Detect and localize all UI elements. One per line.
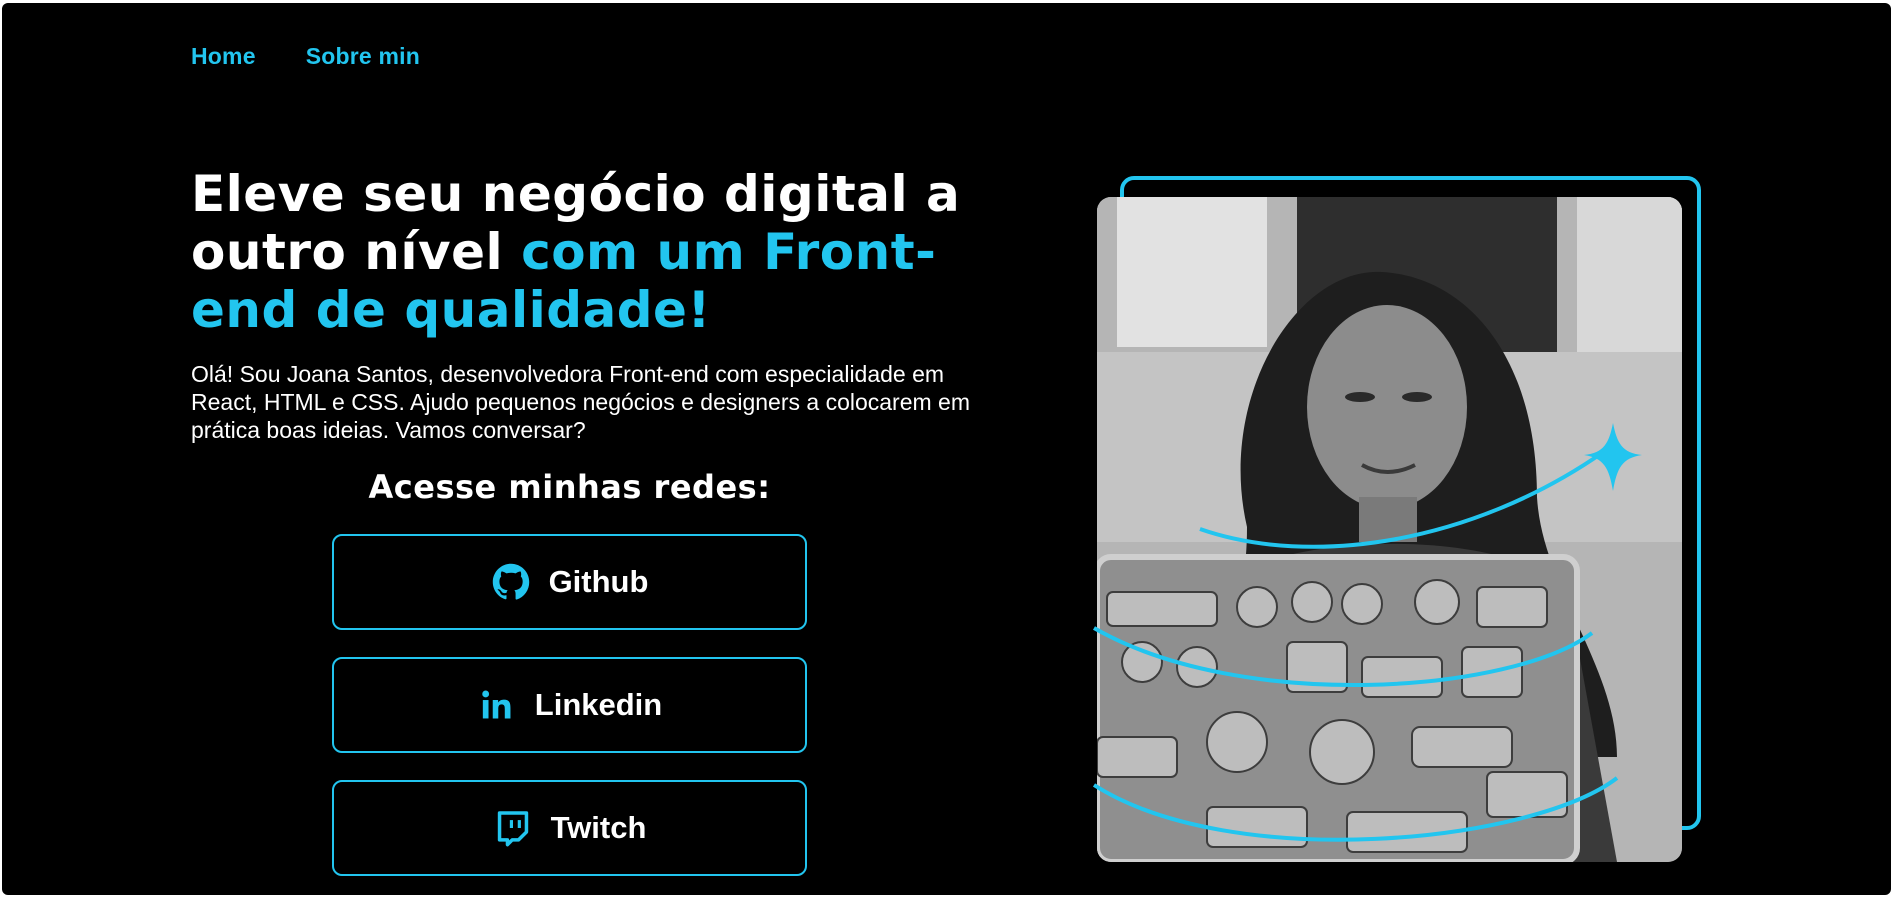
top-nav: Home Sobre min xyxy=(191,43,420,70)
profile-photo xyxy=(1097,197,1682,862)
twitch-label: Twitch xyxy=(550,810,647,845)
photo-illustration xyxy=(1097,197,1682,862)
github-label: Github xyxy=(548,564,649,599)
linkedin-button[interactable]: Linkedin xyxy=(332,657,807,753)
linkedin-icon xyxy=(477,685,517,725)
linkedin-label: Linkedin xyxy=(534,687,663,722)
hero-headline: Eleve seu negócio digital a outro nível … xyxy=(191,165,971,339)
hero-photo-area xyxy=(1092,173,1716,868)
nav-about-link[interactable]: Sobre min xyxy=(306,43,420,70)
nav-home-link[interactable]: Home xyxy=(191,43,256,70)
networks-title: Acesse minhas redes: xyxy=(368,468,771,506)
twitch-button[interactable]: Twitch xyxy=(332,780,807,876)
page-frame: Home Sobre min Eleve seu negócio digital… xyxy=(2,3,1891,895)
twitch-icon xyxy=(493,808,533,848)
hero-intro: Olá! Sou Joana Santos, desenvolvedora Fr… xyxy=(191,361,971,443)
github-button[interactable]: Github xyxy=(332,534,807,630)
github-icon xyxy=(491,562,531,602)
